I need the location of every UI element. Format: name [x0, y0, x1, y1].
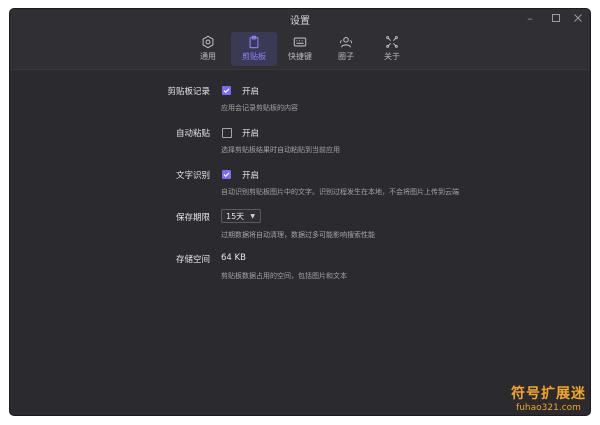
- gear-icon: [202, 35, 214, 49]
- settings-window: 设置 – 通用 剪贴板 快捷键 圈子 关于 剪贴板记录 开启 应用会记录剪贴板的…: [10, 9, 590, 415]
- people-icon: [339, 37, 353, 48]
- keyboard-icon: [293, 37, 307, 47]
- close-icon: [574, 14, 582, 22]
- storage-description: 剪贴板数据占用的空间，包括图片和文本: [221, 272, 347, 280]
- check-icon: [223, 172, 230, 178]
- settings-content: 剪贴板记录 开启 应用会记录剪贴板的内容 自动粘贴 开启 选择剪贴板结果时自动粘…: [10, 70, 590, 415]
- tab-general[interactable]: 通用: [185, 32, 231, 66]
- tab-shortcuts-label: 快捷键: [288, 52, 312, 61]
- auto-paste-description: 选择剪贴板结果时自动粘贴到当前应用: [221, 146, 340, 154]
- maximize-button[interactable]: [548, 11, 564, 27]
- close-button[interactable]: [570, 11, 586, 27]
- watermark-cn: 符号扩展迷: [511, 386, 586, 402]
- tab-about-label: 关于: [384, 52, 400, 61]
- tab-shortcuts[interactable]: 快捷键: [277, 32, 323, 66]
- auto-paste-checkbox[interactable]: [222, 128, 232, 138]
- ocr-value: 开启: [242, 171, 260, 181]
- retention-label: 保存期限: [175, 213, 210, 223]
- chevron-down-icon: ▼: [250, 213, 255, 220]
- ocr-description: 自动识别剪贴板图片中的文字。识别过程发生在本地，不会将图片上传到云端: [221, 188, 459, 196]
- auto-paste-value: 开启: [242, 129, 260, 139]
- ocr-checkbox[interactable]: [222, 170, 231, 179]
- clipboard-history-description: 应用会记录剪贴板的内容: [221, 104, 298, 112]
- minimize-button[interactable]: –: [522, 11, 538, 27]
- tab-circle-label: 圈子: [338, 52, 354, 61]
- clipboard-history-label: 剪贴板记录: [167, 87, 210, 97]
- storage-value: 64 KB: [221, 253, 246, 263]
- retention-select[interactable]: 15天 ▼: [221, 209, 261, 223]
- tab-bar: 通用 剪贴板 快捷键 圈子 关于: [10, 29, 590, 70]
- title-bar: 设置 –: [10, 9, 590, 29]
- check-icon: [223, 88, 230, 94]
- auto-paste-label: 自动粘贴: [175, 129, 210, 139]
- window-title: 设置: [290, 16, 310, 27]
- watermark-en: fuhao321.com: [516, 403, 581, 413]
- tab-about[interactable]: 关于: [369, 32, 415, 66]
- info-icon: [386, 36, 398, 48]
- tab-general-label: 通用: [200, 52, 216, 61]
- maximize-icon: [552, 14, 560, 22]
- tab-clipboard[interactable]: 剪贴板: [231, 32, 277, 66]
- clipboard-icon: [249, 35, 259, 49]
- tab-clipboard-label: 剪贴板: [242, 52, 266, 61]
- clipboard-history-value: 开启: [242, 87, 260, 97]
- tab-circle[interactable]: 圈子: [323, 32, 369, 66]
- ocr-label: 文字识别: [175, 171, 210, 181]
- storage-label: 存储空间: [175, 255, 210, 265]
- clipboard-history-checkbox[interactable]: [222, 86, 231, 95]
- watermark-logo: 符号扩展迷 fuhao321.com: [511, 383, 586, 413]
- retention-description: 过期数据将自动清理，数据过多可能影响搜索性能: [221, 231, 375, 239]
- retention-selected-value: 15天: [226, 212, 245, 221]
